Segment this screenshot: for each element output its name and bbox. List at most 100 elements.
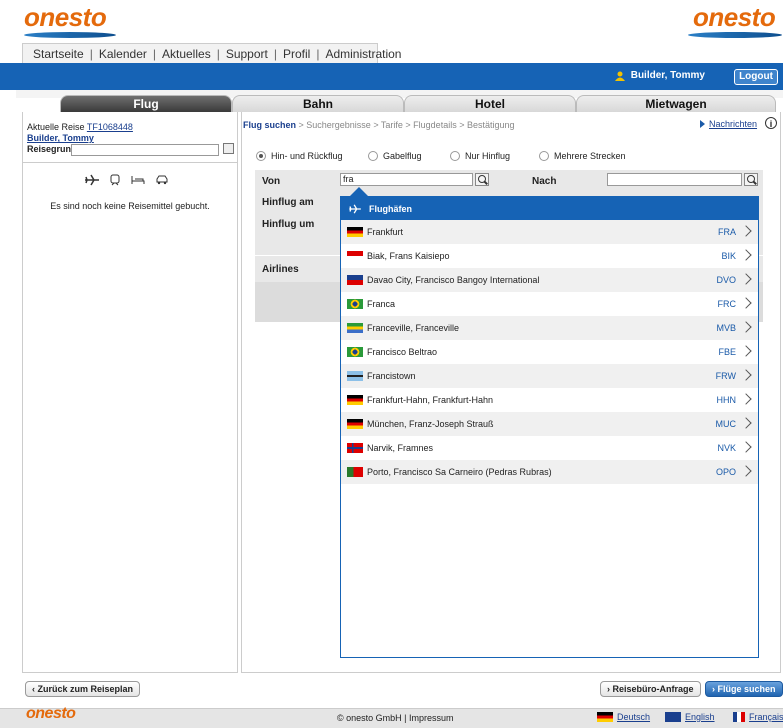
airport-suggestions: Flughäfen Frankfurt FRA Biak, Frans Kaisie…: [340, 196, 759, 658]
tab-hotel[interactable]: Hotel: [404, 95, 576, 112]
airport-option[interactable]: Franceville, Franceville MVB: [341, 316, 758, 340]
trip-type-roundtrip[interactable]: Hin- und Rückflug: [256, 151, 343, 161]
trip-type-label: Nur Hinflug: [465, 151, 511, 161]
messages-link[interactable]: Nachrichten: [709, 119, 757, 129]
german-flag-icon: [597, 712, 613, 722]
country-flag-icon: [347, 251, 363, 261]
traveler-link[interactable]: Builder, Tommy: [27, 133, 94, 143]
country-flag-icon: [347, 395, 363, 405]
trip-id-link[interactable]: TF1068448: [87, 122, 133, 132]
chevron-right-icon[interactable]: [740, 441, 752, 453]
airport-name: Francisco Beltrao: [367, 347, 438, 357]
to-search-icon[interactable]: [744, 173, 758, 186]
trip-type-label: Hin- und Rückflug: [271, 151, 343, 161]
search-flights-button[interactable]: › Flüge suchen: [705, 681, 783, 697]
radio-icon[interactable]: [256, 151, 266, 161]
chevron-right-icon[interactable]: [740, 417, 752, 429]
current-trip: Aktuelle Reise TF1068448: [27, 122, 133, 132]
user-icon: [614, 71, 625, 81]
tab-mietwagen[interactable]: Mietwagen: [576, 95, 776, 112]
chevron-right-icon[interactable]: [740, 393, 752, 405]
imprint-link[interactable]: Impressum: [409, 713, 454, 723]
from-input[interactable]: fra: [340, 173, 473, 186]
lang-de-label[interactable]: Deutsch: [617, 712, 650, 722]
reason-label: Reisegrund: [27, 144, 77, 154]
current-trip-label: Aktuelle Reise: [27, 122, 85, 132]
trip-type-oneway[interactable]: Nur Hinflug: [450, 151, 510, 161]
airport-code: DVO: [716, 275, 736, 285]
tab-bahn[interactable]: Bahn: [232, 95, 404, 112]
airport-code: FRA: [718, 227, 736, 237]
airport-name: Frankfurt-Hahn, Frankfurt-Hahn: [367, 395, 494, 405]
chevron-right-icon[interactable]: [740, 345, 752, 357]
trip-type-icons: [85, 174, 169, 186]
airport-option[interactable]: Porto, Francisco Sa Carneiro (Pedras Rub…: [341, 460, 758, 484]
chevron-right-icon[interactable]: [740, 297, 752, 309]
divider: [23, 162, 237, 163]
airport-name: Franceville, Franceville: [367, 323, 460, 333]
to-input[interactable]: [607, 173, 742, 186]
airport-option[interactable]: Francisco Beltrao FBE: [341, 340, 758, 364]
airport-option[interactable]: Davao City, Francisco Bangoy Internation…: [341, 268, 758, 292]
lang-fr-label[interactable]: Français: [749, 712, 783, 722]
nav-administration[interactable]: Administration: [325, 47, 401, 61]
nav-startseite[interactable]: Startseite: [33, 47, 84, 61]
airport-option[interactable]: Narvik, Framnes NVK: [341, 436, 758, 460]
country-flag-icon: [347, 443, 363, 453]
chevron-right-icon[interactable]: [740, 465, 752, 477]
info-icon[interactable]: i: [765, 117, 777, 129]
plane-icon: [85, 174, 99, 186]
outbound-time-label: Hinflug um: [262, 219, 315, 230]
trip-type-label: Gabelflug: [383, 151, 422, 161]
hotel-icon: [131, 176, 145, 184]
country-flag-icon: [347, 467, 363, 477]
nav-support[interactable]: Support: [226, 47, 268, 61]
airport-option[interactable]: Francistown FRW: [341, 364, 758, 388]
to-label: Nach: [532, 176, 557, 187]
airlines-label: Airlines: [262, 264, 299, 275]
nav-aktuelles[interactable]: Aktuelles: [162, 47, 211, 61]
chevron-right-icon[interactable]: [740, 273, 752, 285]
trip-type-multi[interactable]: Mehrere Strecken: [539, 151, 626, 161]
airport-code: BIK: [721, 251, 736, 261]
country-flag-icon: [347, 227, 363, 237]
radio-icon[interactable]: [539, 151, 549, 161]
agency-label: Reisebüro-Anfrage: [612, 684, 694, 694]
radio-icon[interactable]: [450, 151, 460, 161]
trip-type-label: Mehrere Strecken: [554, 151, 626, 161]
radio-icon[interactable]: [368, 151, 378, 161]
country-flag-icon: [347, 323, 363, 333]
chevron-right-icon[interactable]: [740, 225, 752, 237]
airport-option[interactable]: Frankfurt FRA: [341, 220, 758, 244]
nav-profil[interactable]: Profil: [283, 47, 310, 61]
country-flag-icon: [347, 299, 363, 309]
country-flag-icon: [347, 371, 363, 381]
french-flag-icon: [733, 712, 745, 722]
agency-request-button[interactable]: › Reisebüro-Anfrage: [600, 681, 701, 697]
reason-input[interactable]: [71, 144, 219, 156]
airport-option[interactable]: Frankfurt-Hahn, Frankfurt-Hahn HHN: [341, 388, 758, 412]
chevron-right-icon[interactable]: [740, 249, 752, 261]
back-to-plan-button[interactable]: ‹ Zurück zum Reiseplan: [25, 681, 141, 697]
back-label: Zurück zum Reiseplan: [37, 684, 134, 694]
lang-de[interactable]: Deutsch: [597, 712, 650, 722]
chevron-right-icon[interactable]: [740, 369, 752, 381]
airport-code: FRC: [717, 299, 737, 309]
airport-code: FRW: [715, 371, 736, 381]
trip-type-gabelflug[interactable]: Gabelflug: [368, 151, 422, 161]
lang-en-label[interactable]: English: [685, 712, 715, 722]
airport-option[interactable]: Biak, Frans Kaisiepo BIK: [341, 244, 758, 268]
from-search-icon[interactable]: [475, 173, 489, 186]
nav-kalender[interactable]: Kalender: [99, 47, 147, 61]
airport-code: HHN: [716, 395, 737, 405]
lang-en[interactable]: English: [665, 712, 715, 722]
airport-option[interactable]: Franca FRC: [341, 292, 758, 316]
tab-flug[interactable]: Flug: [60, 95, 232, 112]
country-flag-icon: [347, 275, 363, 285]
train-icon: [110, 174, 120, 186]
logout-button[interactable]: Logout: [734, 69, 778, 85]
save-icon[interactable]: [223, 143, 234, 154]
lang-fr[interactable]: Français: [733, 712, 783, 722]
chevron-right-icon[interactable]: [740, 321, 752, 333]
airport-option[interactable]: München, Franz-Joseph Strauß MUC: [341, 412, 758, 436]
